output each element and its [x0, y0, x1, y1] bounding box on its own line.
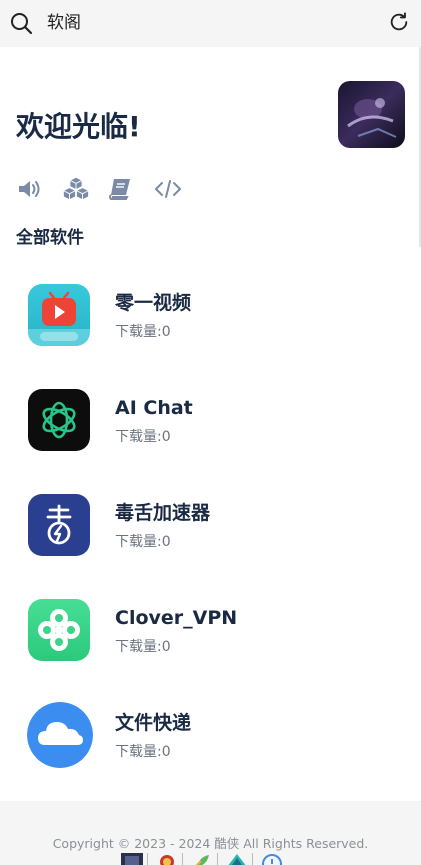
search-icon[interactable]: [9, 11, 33, 35]
avatar-image: [338, 81, 405, 148]
list-item[interactable]: 文件快递 下载量:0: [0, 680, 421, 772]
divider: [252, 853, 253, 865]
police-badge-icon[interactable]: [156, 853, 178, 865]
triangle-badge-icon[interactable]: [226, 853, 248, 865]
app-title: 软阁: [47, 13, 81, 33]
clock-badge-icon[interactable]: [261, 853, 283, 865]
footer-badges: [121, 853, 287, 865]
app-name: AI Chat: [115, 397, 193, 419]
cloud-transfer-app-icon: [27, 702, 93, 768]
video-app-icon: [28, 284, 90, 346]
download-count: 下载量:0: [115, 324, 171, 340]
app-name: 毒舌加速器: [115, 502, 211, 524]
accelerator-app-icon: [28, 494, 90, 556]
download-count: 下载量:0: [115, 429, 171, 445]
leaf-badge-icon[interactable]: [191, 853, 213, 865]
footer: Copyright © 2023 - 2024 酷侠 All Rights Re…: [0, 801, 421, 865]
list-item[interactable]: 毒舌加速器 下载量:0: [0, 470, 421, 562]
welcome-heading: 欢迎光临!: [16, 110, 141, 143]
tool-row: [16, 175, 182, 203]
download-count: 下载量:0: [115, 639, 171, 655]
ai-chat-app-icon: [28, 389, 90, 451]
download-count: 下载量:0: [115, 534, 171, 550]
clover-vpn-app-icon: [28, 599, 90, 661]
app-name: 文件快递: [115, 712, 192, 734]
refresh-icon[interactable]: [388, 11, 410, 33]
divider: [147, 853, 148, 865]
site-badge-icon[interactable]: [121, 853, 143, 865]
avatar[interactable]: [338, 81, 405, 148]
speaker-icon[interactable]: [16, 175, 44, 203]
divider: [182, 853, 183, 865]
section-title: 全部软件: [16, 228, 84, 248]
copyright-text: Copyright © 2023 - 2024 酷侠 All Rights Re…: [52, 836, 369, 851]
code-icon[interactable]: [154, 175, 182, 203]
list-item[interactable]: Clover_VPN 下载量:0: [0, 575, 421, 667]
download-count: 下载量:0: [115, 744, 171, 760]
divider: [217, 853, 218, 865]
top-bar: 软阁: [0, 0, 421, 47]
app-name: Clover_VPN: [115, 607, 238, 629]
cubes-icon[interactable]: [62, 175, 90, 203]
list-item[interactable]: AI Chat 下载量:0: [0, 365, 421, 457]
list-item[interactable]: 零一视频 下载量:0: [0, 260, 421, 352]
book-icon[interactable]: [106, 175, 134, 203]
app-name: 零一视频: [115, 292, 192, 314]
